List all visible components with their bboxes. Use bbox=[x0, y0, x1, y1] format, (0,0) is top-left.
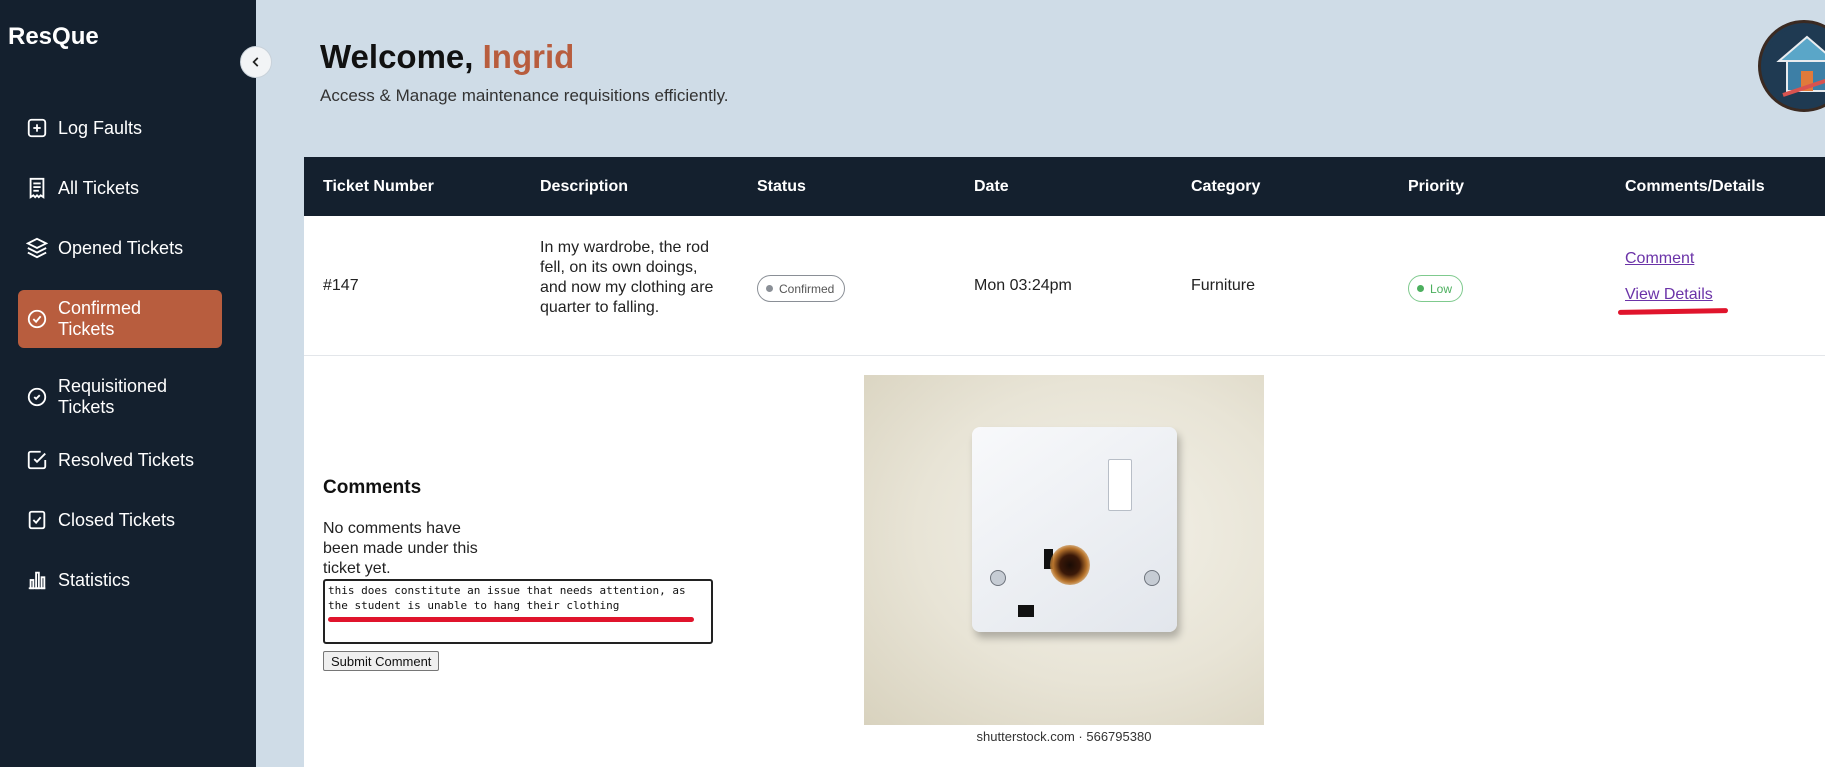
sidebar-item-label: Closed Tickets bbox=[58, 509, 176, 530]
clipboard-check-icon bbox=[26, 509, 48, 531]
page-subtitle: Access & Manage maintenance requisitions… bbox=[320, 86, 729, 105]
column-header-status: Status bbox=[757, 178, 806, 195]
sidebar-collapse-button[interactable] bbox=[240, 46, 272, 78]
annotation-underline bbox=[328, 617, 694, 622]
priority-label: Low bbox=[1430, 281, 1453, 296]
sidebar: ResQue Log Faults All Tickets Opened Tic… bbox=[0, 0, 256, 767]
status-dot-icon bbox=[766, 285, 773, 292]
burn-mark bbox=[1050, 545, 1090, 585]
ticket-photo: shutterstock.com · 566795380 bbox=[864, 375, 1264, 744]
status-label: Confirmed bbox=[779, 281, 835, 296]
sidebar-item-opened-tickets[interactable]: Opened Tickets bbox=[18, 232, 222, 264]
check-square-icon bbox=[26, 449, 48, 471]
page-title: Welcome, Ingrid bbox=[320, 38, 574, 76]
column-header-description: Description bbox=[540, 178, 629, 195]
sidebar-item-requisitioned-tickets[interactable]: Requisitioned Tickets bbox=[18, 368, 222, 426]
photo-watermark: shutterstock.com · 566795380 bbox=[976, 729, 1152, 744]
comment-link[interactable]: Comment bbox=[1625, 250, 1694, 268]
sidebar-item-confirmed-tickets[interactable]: Confirmed Tickets bbox=[18, 290, 222, 348]
table-row: #147 In my wardrobe, the rod fell, on it… bbox=[304, 216, 1825, 356]
table-header: Ticket Number Description Status Date Ca… bbox=[304, 157, 1825, 216]
plus-square-icon bbox=[26, 117, 48, 139]
sidebar-item-statistics[interactable]: Statistics bbox=[18, 564, 222, 596]
status-badge: Confirmed bbox=[757, 275, 846, 302]
check-circle-icon bbox=[26, 308, 48, 330]
sidebar-nav: Log Faults All Tickets Opened Tickets Co… bbox=[18, 112, 222, 596]
sidebar-item-label: Resolved Tickets bbox=[58, 449, 195, 470]
view-details-link[interactable]: View Details bbox=[1625, 286, 1713, 304]
sidebar-item-label: Requisitioned Tickets bbox=[58, 376, 168, 417]
user-name: Ingrid bbox=[482, 38, 575, 75]
welcome-text: Welcome, bbox=[320, 38, 474, 75]
bar-chart-icon bbox=[26, 569, 48, 591]
sidebar-item-log-faults[interactable]: Log Faults bbox=[18, 112, 222, 144]
column-header-ticket-number: Ticket Number bbox=[323, 178, 434, 195]
sidebar-item-resolved-tickets[interactable]: Resolved Tickets bbox=[18, 444, 222, 476]
ticket-number: #147 bbox=[323, 277, 359, 294]
ticket-description: In my wardrobe, the rod fell, on its own… bbox=[540, 239, 714, 316]
comment-textarea[interactable]: this does constitute an issue that needs… bbox=[323, 579, 713, 644]
priority-dot-icon bbox=[1417, 285, 1424, 292]
column-header-category: Category bbox=[1191, 178, 1261, 195]
ticket-category: Furniture bbox=[1191, 277, 1256, 294]
layers-icon bbox=[26, 237, 48, 259]
screw-left bbox=[990, 570, 1006, 586]
socket-switch bbox=[1108, 459, 1132, 511]
submit-comment-button[interactable]: Submit Comment bbox=[323, 651, 440, 671]
column-header-comments-details: Comments/Details bbox=[1625, 178, 1765, 195]
tickets-panel: Ticket Number Description Status Date Ca… bbox=[304, 157, 1825, 767]
sidebar-item-label: Confirmed Tickets bbox=[58, 298, 142, 339]
sidebar-item-label: Opened Tickets bbox=[58, 237, 184, 258]
socket-pin-left bbox=[1018, 605, 1034, 617]
annotation-underline bbox=[1617, 308, 1729, 315]
column-header-date: Date bbox=[974, 178, 1009, 195]
sidebar-item-label: Log Faults bbox=[58, 117, 143, 138]
check-circle-outline-icon bbox=[26, 386, 48, 408]
sidebar-item-label: Statistics bbox=[58, 569, 131, 590]
wall-socket-plate bbox=[972, 427, 1177, 632]
comments-heading: Comments bbox=[323, 477, 422, 498]
priority-badge: Low bbox=[1408, 275, 1464, 302]
house-tools-logo-icon bbox=[1763, 25, 1825, 109]
chevron-left-icon bbox=[252, 57, 259, 67]
no-comments-message: No comments have been made under this ti… bbox=[323, 520, 478, 577]
column-header-priority: Priority bbox=[1408, 178, 1465, 195]
brand-logo-text: ResQue bbox=[8, 23, 99, 50]
sidebar-item-label: All Tickets bbox=[58, 177, 140, 198]
avatar[interactable] bbox=[1758, 20, 1825, 112]
screw-right bbox=[1144, 570, 1160, 586]
sidebar-item-all-tickets[interactable]: All Tickets bbox=[18, 172, 222, 204]
sidebar-item-closed-tickets[interactable]: Closed Tickets bbox=[18, 504, 222, 536]
ticket-date: Mon 03:24pm bbox=[974, 277, 1072, 294]
receipt-icon bbox=[26, 177, 48, 199]
